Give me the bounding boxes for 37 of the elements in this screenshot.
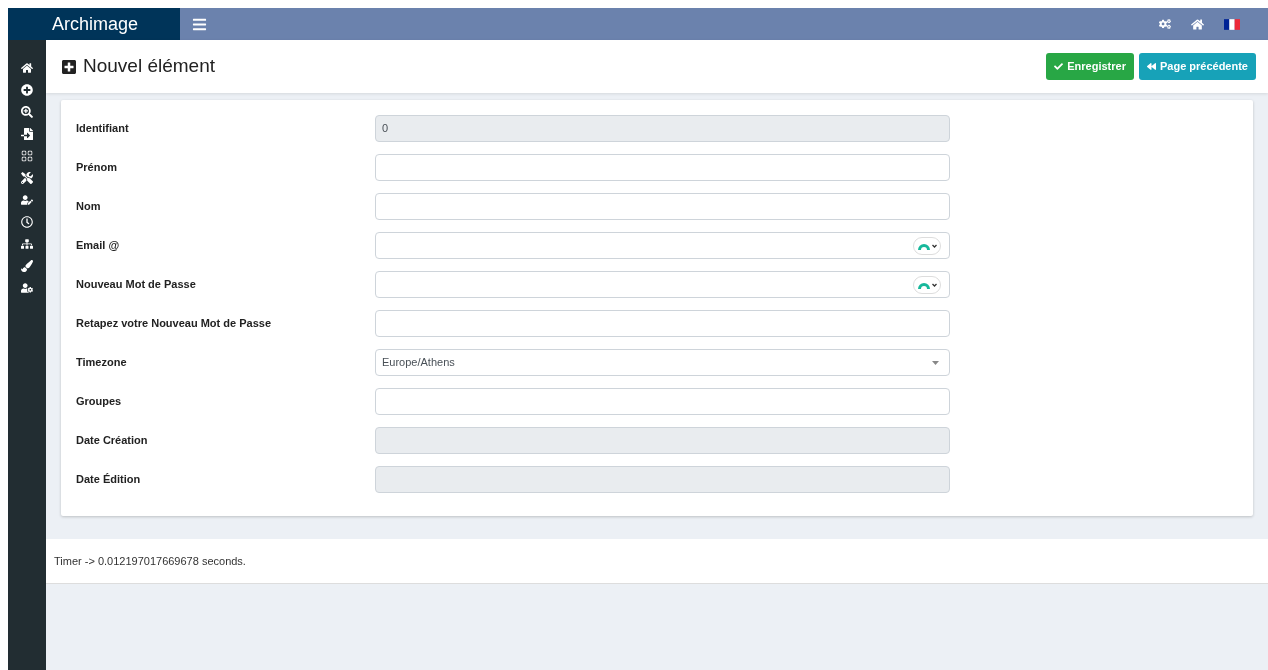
input-field[interactable] (375, 232, 950, 259)
field-label: Identifiant (75, 121, 130, 137)
grid-icon[interactable] (21, 150, 33, 162)
page-title: Nouvel élément (83, 54, 216, 79)
input-field[interactable] (375, 271, 950, 298)
menu-icon[interactable] (192, 16, 207, 32)
check-icon (1054, 62, 1064, 71)
timezone-select[interactable]: Europe/Athens (375, 349, 950, 376)
readonly-field: 0 (375, 115, 950, 142)
dropdown-caret-icon (932, 360, 939, 365)
brush-icon[interactable] (21, 260, 33, 272)
zoom-in-icon[interactable] (21, 106, 33, 118)
timer-text: Timer -> 0.012197017669678 seconds. (54, 553, 246, 569)
brand-name[interactable]: Archimage (52, 10, 139, 38)
field-label: Groupes (75, 394, 123, 410)
home-icon[interactable] (21, 62, 33, 74)
input-field[interactable] (375, 310, 950, 337)
file-import-icon[interactable] (21, 128, 33, 140)
field-label: Timezone (75, 355, 128, 371)
sitemap-icon[interactable] (21, 238, 33, 250)
field-label: Nom (75, 199, 102, 215)
tools-icon[interactable] (21, 172, 33, 184)
input-field[interactable] (375, 388, 950, 415)
rewind-icon (1146, 62, 1156, 71)
field-label: Prénom (75, 160, 118, 176)
field-label: Retapez votre Nouveau Mot de Passe (75, 316, 272, 332)
field-label: Email @ (75, 238, 121, 254)
flag-icon[interactable] (1224, 18, 1240, 30)
clock-icon[interactable] (21, 216, 33, 228)
field-label: Date Création (75, 433, 149, 449)
user-edit-icon[interactable] (21, 194, 33, 206)
gears-icon[interactable] (1159, 18, 1171, 30)
field-label: Date Édition (75, 472, 142, 488)
field-label: Nouveau Mot de Passe (75, 277, 197, 293)
input-field[interactable] (375, 154, 950, 181)
user-gear-icon[interactable] (21, 282, 33, 294)
input-field[interactable] (375, 193, 950, 220)
